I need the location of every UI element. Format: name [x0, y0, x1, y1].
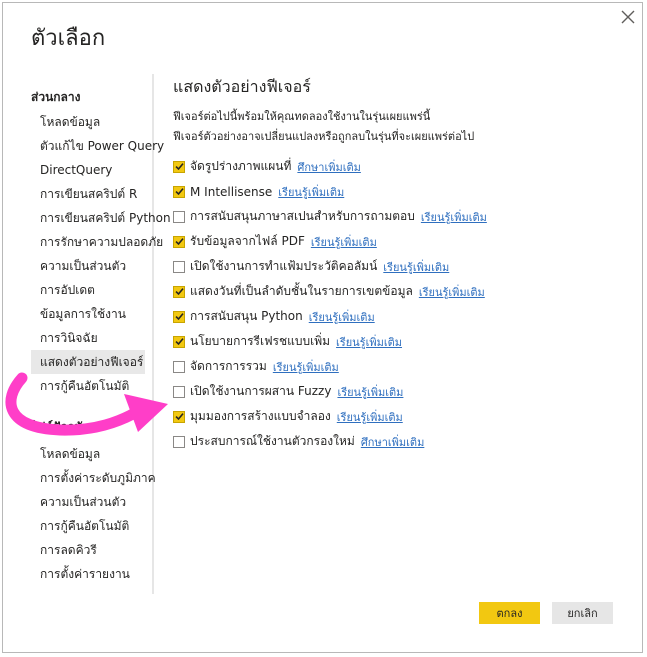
global-nav: โหลดข้อมูล ตัวแก้ไข Power Query DirectQuer… — [31, 110, 171, 398]
feature-row: เปิดใช้งานการทำแฟ้มประวัติคอลัมน์ เรียนรู… — [173, 254, 633, 279]
feature-checkbox[interactable] — [173, 185, 185, 198]
sidebar-item[interactable]: ความเป็นส่วนตัว — [31, 490, 145, 514]
learn-more-link[interactable]: เรียนรู้เพิ่มเติม — [337, 383, 403, 401]
learn-more-link[interactable]: ศึกษาเพิ่มเติม — [297, 158, 361, 176]
learn-more-link[interactable]: ศึกษาเพิ่มเติม — [361, 433, 425, 451]
feature-checkbox[interactable] — [173, 310, 185, 323]
learn-more-link[interactable]: เรียนรู้เพิ่มเติม — [421, 208, 487, 226]
learn-more-link[interactable]: เรียนรู้เพิ่มเติม — [311, 233, 377, 251]
sidebar-item[interactable]: การรักษาความปลอดภัย — [31, 230, 163, 254]
sidebar-item[interactable]: การเขียนสคริปต์ R — [31, 182, 145, 206]
feature-list: จัดรูปร่างภาพแผนที่ ศึกษาเพิ่มเติม M Intel… — [173, 154, 633, 454]
sidebar-item[interactable]: การอัปเดต — [31, 278, 145, 302]
feature-checkbox[interactable] — [173, 210, 185, 223]
feature-row: มุมมองการสร้างแบบจำลอง เรียนรู้เพิ่มเติม — [173, 404, 633, 429]
sidebar-item[interactable]: การกู้คืนอัตโนมัติ — [31, 374, 145, 398]
current-file-nav: โหลดข้อมูล การตั้งค่าระดับภูมิภาค ความเป็น… — [31, 442, 156, 586]
sidebar-item[interactable]: แสดงตัวอย่างฟีเจอร์ — [31, 350, 145, 374]
learn-more-link[interactable]: เรียนรู้เพิ่มเติม — [383, 258, 449, 276]
feature-row: M Intellisense เรียนรู้เพิ่มเติม — [173, 179, 633, 204]
section-header-current-file: ไฟล์ปัจจุบัน — [31, 420, 91, 434]
section-header-global: ส่วนกลาง — [31, 90, 81, 104]
ok-button[interactable]: ตกลง — [479, 602, 540, 624]
cancel-button[interactable]: ยกเลิก — [552, 602, 613, 624]
sidebar-item[interactable]: การลดคิวรี — [31, 538, 145, 562]
learn-more-link[interactable]: เรียนรู้เพิ่มเติม — [278, 183, 344, 201]
preview-features-panel: แสดงตัวอย่างฟีเจอร์ ฟีเจอร์ต่อไปนี้พร้อม… — [173, 76, 633, 454]
feature-label: ประสบการณ์ใช้งานตัวกรองใหม่ — [190, 434, 355, 448]
learn-more-link[interactable]: เรียนรู้เพิ่มเติม — [419, 283, 485, 301]
sidebar-item[interactable]: การตั้งค่ารายงาน — [31, 562, 145, 586]
feature-label: จัดการการรวม — [190, 359, 267, 373]
feature-label: เปิดใช้งานการทำแฟ้มประวัติคอลัมน์ — [190, 259, 378, 273]
feature-checkbox[interactable] — [173, 235, 185, 248]
sidebar-item[interactable]: DirectQuery — [31, 158, 145, 182]
feature-row: จัดรูปร่างภาพแผนที่ ศึกษาเพิ่มเติม — [173, 154, 633, 179]
learn-more-link[interactable]: เรียนรู้เพิ่มเติม — [273, 358, 339, 376]
checkmark-icon — [174, 188, 184, 196]
feature-checkbox[interactable] — [173, 360, 185, 373]
feature-row: แสดงวันที่เป็นลำดับชั้นในรายการเขตข้อมูล… — [173, 279, 633, 304]
feature-label: จัดรูปร่างภาพแผนที่ — [190, 159, 292, 173]
feature-checkbox[interactable] — [173, 410, 185, 423]
sidebar-item[interactable]: การเขียนสคริปต์ Python — [31, 206, 171, 230]
checkmark-icon — [174, 288, 184, 296]
learn-more-link[interactable]: เรียนรู้เพิ่มเติม — [337, 408, 403, 426]
sidebar-item[interactable]: ความเป็นส่วนตัว — [31, 254, 145, 278]
description-line-1: ฟีเจอร์ต่อไปนี้พร้อมให้คุณทดลองใช้งานในร… — [173, 110, 431, 123]
feature-row: นโยบายการรีเฟรชแบบเพิ่ม เรียนรู้เพิ่มเติม — [173, 329, 633, 354]
sidebar-item[interactable]: การกู้คืนอัตโนมัติ — [31, 514, 145, 538]
close-button[interactable] — [617, 6, 639, 28]
checkmark-icon — [174, 338, 184, 346]
learn-more-link[interactable]: เรียนรู้เพิ่มเติม — [309, 308, 375, 326]
learn-more-link[interactable]: เรียนรู้เพิ่มเติม — [336, 333, 402, 351]
feature-row: จัดการการรวม เรียนรู้เพิ่มเติม — [173, 354, 633, 379]
feature-label: เปิดใช้งานการผสาน Fuzzy — [190, 384, 332, 398]
feature-label: นโยบายการรีเฟรชแบบเพิ่ม — [190, 334, 331, 348]
content-title: แสดงตัวอย่างฟีเจอร์ — [173, 77, 311, 96]
feature-label: การสนับสนุนภาษาสเปนสำหรับการถามตอบ — [190, 209, 415, 223]
feature-checkbox[interactable] — [173, 260, 185, 273]
checkmark-icon — [174, 413, 184, 421]
feature-label: แสดงวันที่เป็นลำดับชั้นในรายการเขตข้อมูล — [190, 284, 413, 298]
feature-checkbox[interactable] — [173, 335, 185, 348]
checkmark-icon — [174, 163, 184, 171]
feature-label: มุมมองการสร้างแบบจำลอง — [190, 409, 331, 423]
feature-row: รับข้อมูลจากไฟล์ PDF เรียนรู้เพิ่มเติม — [173, 229, 633, 254]
feature-checkbox[interactable] — [173, 435, 185, 448]
feature-label: M Intellisense — [190, 184, 273, 199]
feature-label: รับข้อมูลจากไฟล์ PDF — [190, 234, 305, 248]
feature-checkbox[interactable] — [173, 285, 185, 298]
sidebar-item[interactable]: ตัวแก้ไข Power Query — [31, 134, 164, 158]
sidebar-item[interactable]: การวินิจฉัย — [31, 326, 145, 350]
feature-checkbox[interactable] — [173, 385, 185, 398]
dialog-title: ตัวเลือก — [31, 26, 106, 51]
checkmark-icon — [174, 313, 184, 321]
feature-row: เปิดใช้งานการผสาน Fuzzy เรียนรู้เพิ่มเติม — [173, 379, 633, 404]
close-icon — [621, 10, 635, 24]
description-line-2: ฟีเจอร์ตัวอย่างอาจเปลี่ยนแปลงหรือถูกลบใน… — [173, 130, 475, 143]
checkmark-icon — [174, 238, 184, 246]
feature-row: การสนับสนุนภาษาสเปนสำหรับการถามตอบ เรียนร… — [173, 204, 633, 229]
feature-label: การสนับสนุน Python — [190, 309, 303, 323]
feature-row: การสนับสนุน Python เรียนรู้เพิ่มเติม — [173, 304, 633, 329]
feature-row: ประสบการณ์ใช้งานตัวกรองใหม่ ศึกษาเพิ่มเติ… — [173, 429, 633, 454]
sidebar-item[interactable]: โหลดข้อมูล — [31, 110, 145, 134]
sidebar-item[interactable]: การตั้งค่าระดับภูมิภาค — [31, 466, 156, 490]
sidebar-item[interactable]: ข้อมูลการใช้งาน — [31, 302, 145, 326]
sidebar-item[interactable]: โหลดข้อมูล — [31, 442, 145, 466]
feature-checkbox[interactable] — [173, 160, 185, 173]
